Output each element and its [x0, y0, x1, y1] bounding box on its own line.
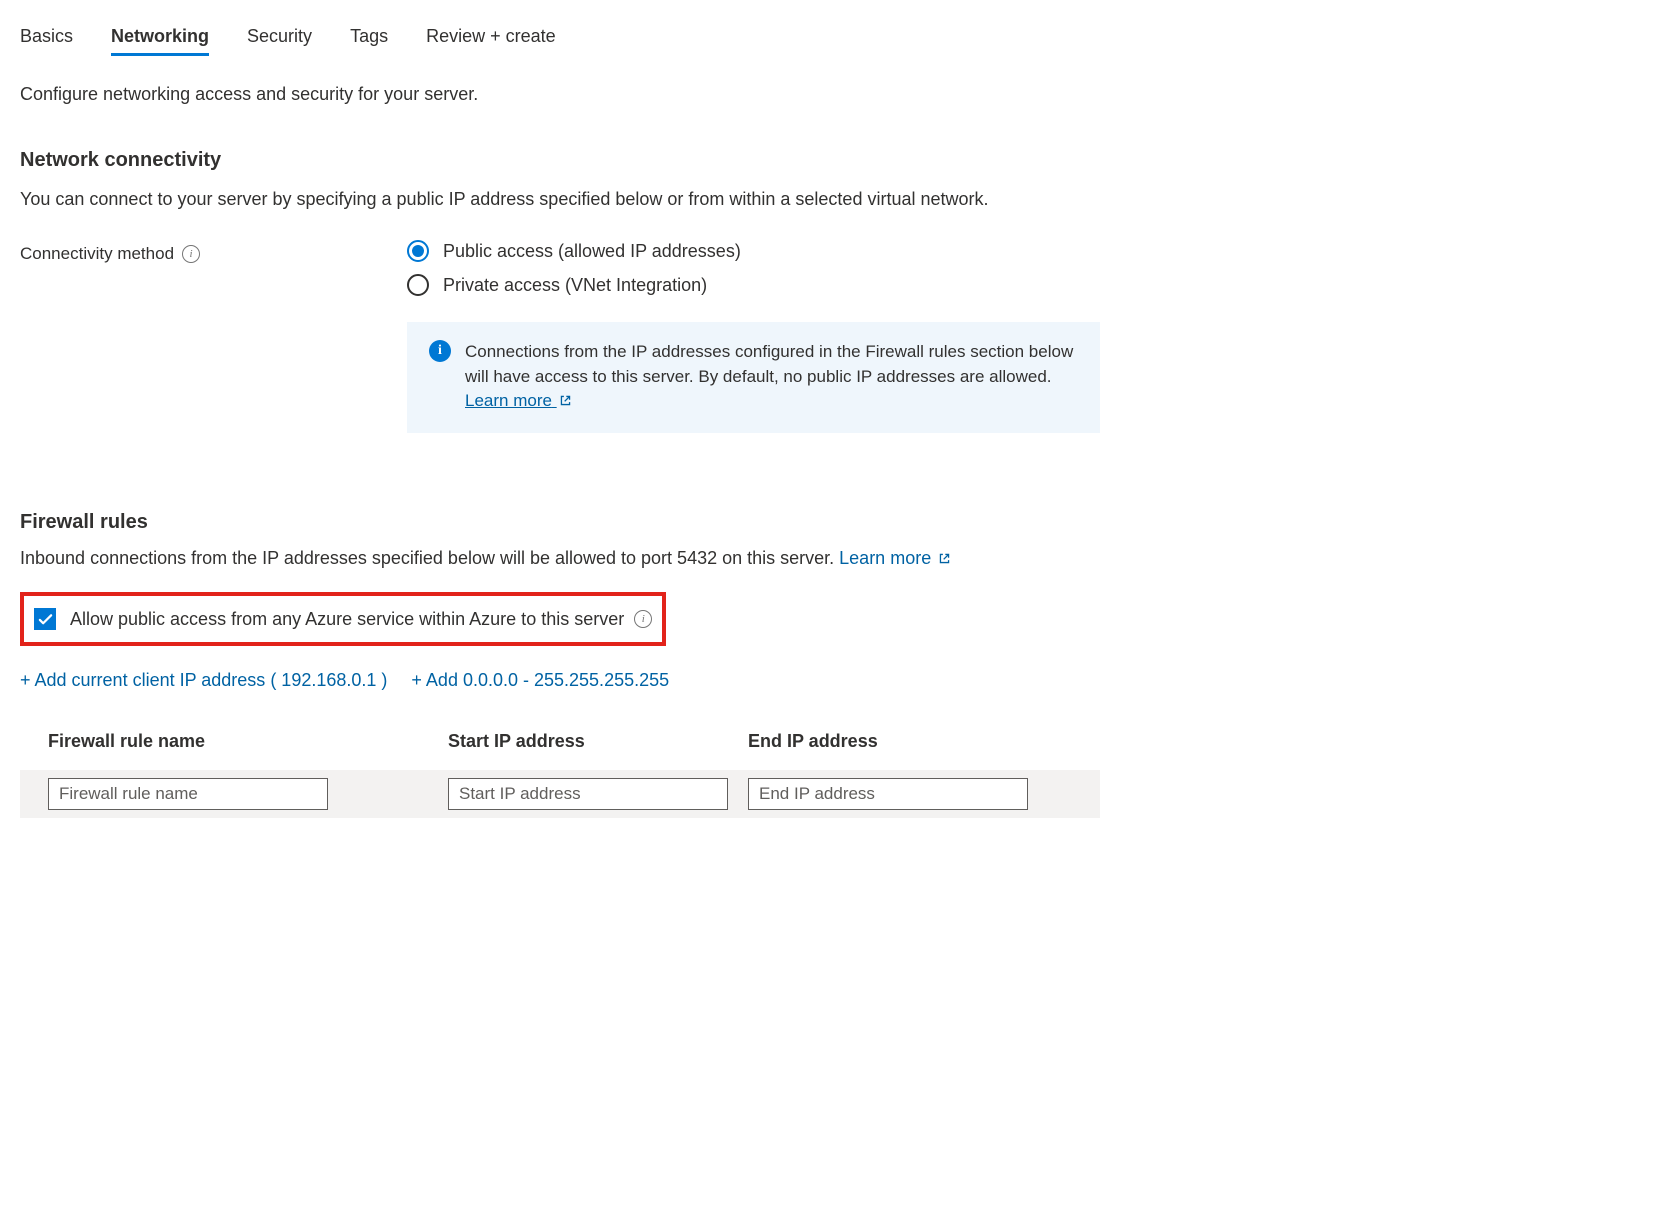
firewall-rules-description: Inbound connections from the IP addresse… — [20, 548, 839, 568]
external-link-icon — [559, 390, 572, 415]
tab-networking[interactable]: Networking — [111, 20, 209, 56]
add-client-ip-link[interactable]: + Add current client IP address ( 192.16… — [20, 670, 387, 691]
info-icon[interactable]: i — [182, 245, 200, 263]
col-start-ip: Start IP address — [448, 731, 748, 752]
end-ip-input[interactable] — [748, 778, 1028, 810]
wizard-tabs: Basics Networking Security Tags Review +… — [20, 20, 1100, 56]
allow-azure-highlight: Allow public access from any Azure servi… — [20, 592, 666, 646]
page-intro: Configure networking access and security… — [20, 84, 1100, 105]
start-ip-input[interactable] — [448, 778, 728, 810]
info-icon[interactable]: i — [634, 610, 652, 628]
radio-public-access-label: Public access (allowed IP addresses) — [443, 241, 741, 262]
network-connectivity-description: You can connect to your server by specif… — [20, 186, 1100, 212]
info-badge-icon: i — [429, 340, 451, 362]
col-rule-name: Firewall rule name — [48, 731, 448, 752]
add-full-range-link[interactable]: + Add 0.0.0.0 - 255.255.255.255 — [411, 670, 669, 691]
connectivity-method-label: Connectivity method — [20, 244, 174, 264]
public-access-info-text: Connections from the IP addresses config… — [465, 342, 1073, 386]
allow-azure-checkbox[interactable] — [34, 608, 56, 630]
public-access-info-box: i Connections from the IP addresses conf… — [407, 322, 1100, 433]
network-connectivity-heading: Network connectivity — [20, 149, 1100, 172]
firewall-learn-more-link[interactable]: Learn more — [839, 548, 951, 568]
allow-azure-label: Allow public access from any Azure servi… — [70, 609, 624, 630]
public-access-learn-more-link[interactable]: Learn more — [465, 391, 572, 410]
firewall-rule-name-input[interactable] — [48, 778, 328, 810]
external-link-icon — [938, 549, 951, 570]
col-end-ip: End IP address — [748, 731, 1048, 752]
tab-basics[interactable]: Basics — [20, 20, 73, 56]
firewall-rules-heading: Firewall rules — [20, 511, 1100, 534]
radio-public-access[interactable]: Public access (allowed IP addresses) — [407, 240, 1100, 262]
firewall-table-header: Firewall rule name Start IP address End … — [20, 731, 1100, 770]
radio-private-access[interactable]: Private access (VNet Integration) — [407, 274, 1100, 296]
tab-tags[interactable]: Tags — [350, 20, 388, 56]
radio-private-access-label: Private access (VNet Integration) — [443, 275, 707, 296]
tab-security[interactable]: Security — [247, 20, 312, 56]
tab-review-create[interactable]: Review + create — [426, 20, 556, 56]
connectivity-method-row: Connectivity method i Public access (all… — [20, 240, 1100, 433]
firewall-rule-input-row — [20, 770, 1100, 818]
connectivity-method-radio-group: Public access (allowed IP addresses) Pri… — [407, 240, 1100, 296]
